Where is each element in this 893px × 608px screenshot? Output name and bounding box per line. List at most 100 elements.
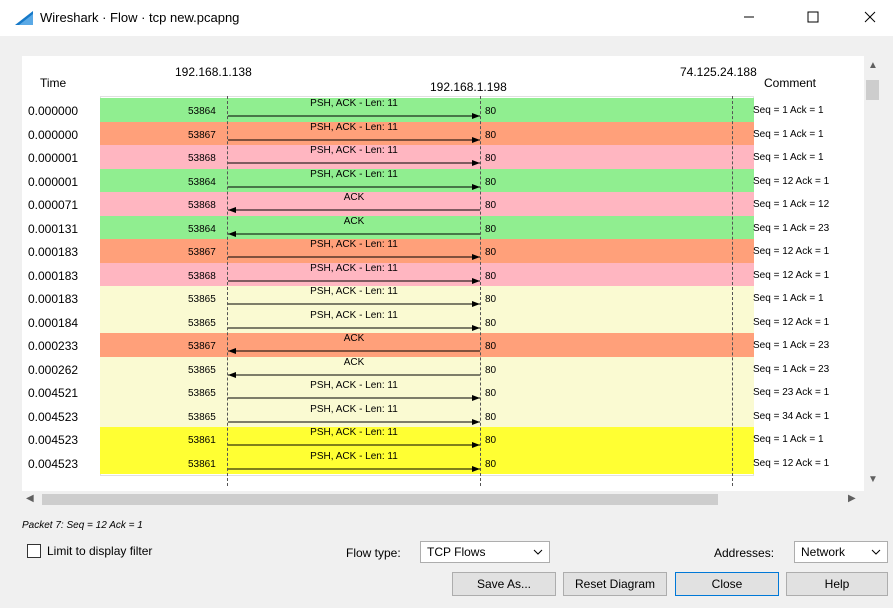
flow-packet-label: ACK (343, 333, 365, 344)
flow-packet-label: PSH, ACK - Len: 11 (310, 121, 398, 133)
flow-dst-port: 80 (485, 364, 497, 376)
flow-dst-port: 80 (485, 388, 497, 399)
flow-dst-port: 80 (485, 341, 497, 352)
vertical-scroll-thumb[interactable] (866, 80, 879, 100)
addresses-select[interactable]: Network (794, 541, 888, 563)
close-button[interactable]: Close (675, 572, 779, 596)
flow-time: 0.000262 (28, 362, 79, 377)
lifeline-host-2 (480, 96, 481, 486)
flow-time: 0.004523 (28, 456, 79, 471)
flow-row[interactable]: 0.000131 53864 ACK 80 Seq = 1 Ack = 23 (22, 215, 864, 239)
flow-dst-port: 80 (485, 200, 497, 211)
flow-dst-port: 80 (485, 435, 497, 446)
flow-time: 0.000131 (28, 221, 79, 236)
flow-row[interactable]: 0.000183 53867 PSH, ACK - Len: 11 80 Seq = 1… (22, 239, 864, 263)
flow-src-port: 53865 (188, 364, 216, 376)
flow-row[interactable]: 0.000000 53864 PSH, ACK - Len: 11 80 Seq = 1… (22, 98, 864, 122)
maximize-button[interactable] (790, 0, 836, 34)
flow-row[interactable]: 0.000233 53867 ACK 80 Seq = 1 Ack = 23 (22, 333, 864, 357)
flow-comment: Seq = 12 Ack = 1 (753, 457, 830, 469)
wireshark-fin-icon (15, 11, 33, 25)
time-column-header: Time (40, 76, 67, 90)
close-window-button[interactable] (847, 0, 893, 34)
minimize-icon (744, 16, 754, 18)
flow-row[interactable]: 0.000071 53868 ACK 80 Seq = 1 Ack = 12 (22, 192, 864, 216)
flow-time: 0.000184 (28, 315, 79, 330)
flow-src-port: 53865 (188, 411, 216, 423)
limit-filter-checkbox[interactable] (27, 544, 41, 558)
scroll-right-icon[interactable]: ▶ (848, 493, 856, 504)
maximize-icon (807, 11, 819, 23)
comment-column-header: Comment (764, 76, 817, 90)
flow-src-port: 53867 (188, 341, 216, 352)
flow-arrow (228, 395, 480, 401)
flow-row[interactable]: 0.000000 53867 PSH, ACK - Len: 11 80 Seq = 1… (22, 121, 864, 145)
flow-row[interactable]: 0.000184 53865 PSH, ACK - Len: 11 80 Seq = 1… (22, 309, 864, 333)
flow-packet-label: PSH, ACK - Len: 11 (310, 145, 398, 156)
horizontal-scroll-thumb[interactable] (42, 494, 718, 505)
save-as-button[interactable]: Save As... (452, 572, 556, 596)
minimize-button[interactable] (726, 0, 772, 34)
vertical-scrollbar[interactable]: ▲ ▼ (864, 56, 881, 496)
flow-arrow (228, 254, 480, 260)
flow-diagram[interactable]: Time 192.168.1.138 192.168.1.198 74.125.… (22, 56, 864, 491)
flow-comment: Seq = 1 Ack = 1 (753, 152, 824, 163)
lifeline-host-1 (227, 96, 228, 486)
flow-src-port: 53864 (188, 223, 216, 235)
flow-arrow (228, 113, 480, 119)
flow-row[interactable]: 0.000183 53868 PSH, ACK - Len: 11 80 Seq = 1… (22, 262, 864, 286)
flow-dst-port: 80 (485, 294, 497, 305)
flow-src-port: 53861 (188, 435, 216, 446)
scroll-left-icon[interactable]: ◀ (26, 493, 34, 504)
flow-src-port: 53868 (188, 200, 216, 211)
flow-src-port: 53868 (188, 153, 216, 164)
flow-row[interactable]: 0.000262 53865 ACK 80 Seq = 1 Ack = 23 (22, 356, 864, 380)
packet-info: Packet 7: Seq = 12 Ack = 1 (22, 520, 143, 531)
flow-src-port: 53864 (188, 176, 216, 188)
flow-packet-label: PSH, ACK - Len: 11 (310, 309, 398, 321)
flow-comment: Seq = 12 Ack = 1 (753, 175, 830, 187)
flow-dst-port: 80 (485, 176, 497, 188)
flow-src-port: 53868 (188, 270, 216, 282)
window-title: Wireshark · Flow · tcp new.pcapng (40, 10, 240, 25)
flow-arrow (228, 442, 480, 448)
flow-comment: Seq = 1 Ack = 1 (753, 434, 824, 445)
flow-arrow (228, 183, 480, 190)
flow-comment: Seq = 12 Ack = 1 (753, 316, 830, 328)
flow-row[interactable]: 0.000001 53864 PSH, ACK - Len: 11 80 Seq = 1… (22, 168, 864, 192)
flow-row[interactable]: 0.004521 53865 PSH, ACK - Len: 11 80 Seq = 2… (22, 380, 864, 404)
flow-dst-port: 80 (485, 458, 497, 470)
scroll-down-icon[interactable]: ▼ (868, 474, 878, 485)
flow-dst-port: 80 (485, 223, 497, 235)
flow-time: 0.004523 (28, 409, 79, 424)
flow-time: 0.000183 (28, 245, 79, 259)
flow-row[interactable]: 0.004523 53861 PSH, ACK - Len: 11 80 Seq = 1… (22, 450, 864, 474)
flow-arrow (228, 136, 480, 143)
flow-dst-port: 80 (485, 106, 497, 117)
flow-row[interactable]: 0.004523 53865 PSH, ACK - Len: 11 80 Seq = 3… (22, 403, 864, 427)
flow-packet-label: PSH, ACK - Len: 11 (310, 427, 398, 438)
flow-comment: Seq = 1 Ack = 23 (753, 222, 830, 234)
help-button[interactable]: Help (786, 572, 888, 596)
flow-time: 0.004523 (28, 433, 79, 447)
flow-type-select[interactable]: TCP Flows (420, 541, 550, 563)
flow-time: 0.000071 (28, 198, 79, 212)
flow-comment: Seq = 12 Ack = 1 (753, 269, 830, 281)
flow-arrow (228, 324, 480, 331)
horizontal-scrollbar[interactable]: ◀ ▶ (22, 491, 864, 508)
flow-arrow (228, 348, 480, 354)
flow-comment: Seq = 1 Ack = 1 (753, 105, 824, 116)
reset-diagram-button[interactable]: Reset Diagram (563, 572, 667, 596)
flow-arrow (228, 277, 480, 284)
flow-comment: Seq = 1 Ack = 12 (753, 199, 830, 210)
flow-src-port: 53867 (188, 129, 216, 141)
flow-dst-port: 80 (485, 129, 497, 141)
flow-row[interactable]: 0.004523 53861 PSH, ACK - Len: 11 80 Seq = 1… (22, 427, 864, 451)
flow-dst-port: 80 (485, 247, 497, 258)
flow-packet-label: ACK (343, 356, 365, 368)
scroll-up-icon[interactable]: ▲ (868, 60, 878, 71)
flow-dst-port: 80 (485, 317, 497, 329)
flow-row[interactable]: 0.000183 53865 PSH, ACK - Len: 11 80 Seq = 1… (22, 286, 864, 310)
flow-row[interactable]: 0.000001 53868 PSH, ACK - Len: 11 80 Seq = 1… (22, 145, 864, 169)
flow-packet-label: PSH, ACK - Len: 11 (310, 98, 398, 109)
